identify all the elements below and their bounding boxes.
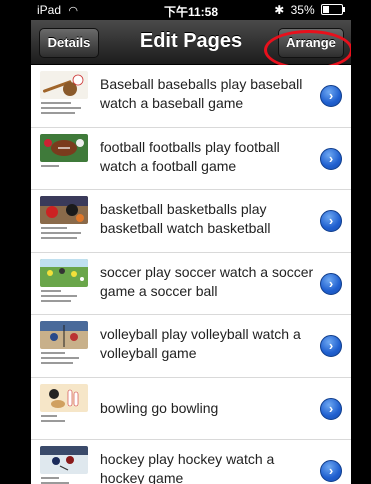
arrange-button[interactable]: Arrange — [278, 28, 344, 58]
disclosure-chevron-icon[interactable]: › — [320, 460, 342, 482]
disclosure-chevron-icon[interactable]: › — [320, 335, 342, 357]
disclosure-chevron-icon[interactable]: › — [320, 397, 342, 420]
bowling-thumbnail-icon — [40, 383, 90, 434]
list-item[interactable]: soccer play soccer watch a soccer game a… — [31, 252, 351, 315]
list-item[interactable]: football footballs play football watch a… — [31, 127, 351, 190]
list-item[interactable]: bowling go bowling › — [31, 377, 351, 440]
navigation-bar: Details Edit Pages Arrange — [31, 20, 351, 65]
list-item-text: soccer play soccer watch a soccer game a… — [100, 263, 314, 299]
list-item-text: football footballs play football watch a… — [100, 138, 280, 174]
disclosure-chevron-icon[interactable]: › — [320, 147, 342, 170]
bluetooth-icon: ✱ — [274, 3, 285, 17]
battery-percent: 35% — [290, 3, 315, 17]
list-item-text: hockey play hockey watch a hockey game — [100, 451, 275, 484]
battery-fill — [323, 6, 329, 13]
ipad-screen: iPad ◠ 下午11:58 ✱ 35% Details Edit Pages … — [31, 0, 351, 484]
list-item-text: Baseball baseballs play baseball watch a… — [100, 76, 303, 111]
list-item-text: volleyball play volleyball watch a volle… — [100, 326, 301, 361]
football-thumbnail-icon — [40, 133, 90, 184]
pages-list[interactable]: Baseball baseballs play baseball watch a… — [31, 65, 351, 484]
baseball-thumbnail-icon — [40, 71, 90, 121]
hockey-thumbnail-icon — [40, 446, 90, 484]
status-right: ✱ 35% — [274, 3, 345, 17]
status-bar: iPad ◠ 下午11:58 ✱ 35% — [31, 0, 351, 20]
list-item-text: basketball basketballs play basketball w… — [100, 201, 271, 236]
list-item[interactable]: basketball basketballs play basketball w… — [31, 190, 351, 253]
list-item-text: bowling go bowling — [100, 399, 219, 416]
disclosure-chevron-icon[interactable]: › — [320, 210, 342, 232]
list-item[interactable]: hockey play hockey watch a hockey game › — [31, 440, 351, 484]
disclosure-chevron-icon[interactable]: › — [320, 85, 342, 107]
list-item[interactable]: Baseball baseballs play baseball watch a… — [31, 65, 351, 128]
list-item[interactable]: volleyball play volleyball watch a volle… — [31, 315, 351, 378]
battery-icon — [321, 4, 345, 15]
soccer-thumbnail-icon — [40, 258, 90, 309]
basketball-thumbnail-icon — [40, 196, 90, 246]
disclosure-chevron-icon[interactable]: › — [320, 272, 342, 295]
volleyball-thumbnail-icon — [40, 321, 90, 371]
